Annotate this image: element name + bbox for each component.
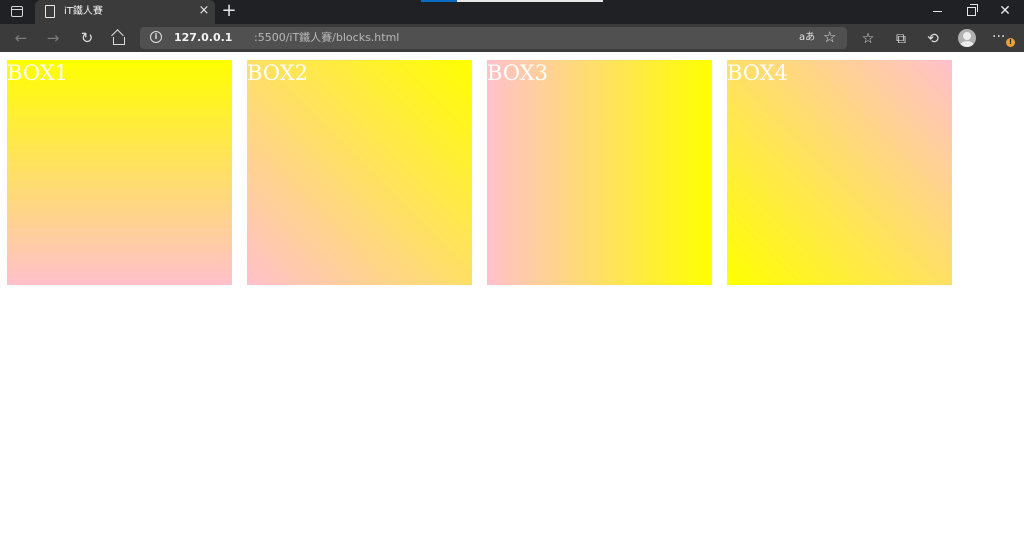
restore-button[interactable] [954,0,988,24]
url-host: 127.0.0.1 [174,31,233,44]
address-bar[interactable]: i 127.0.0.1 :5500/iT鐵人賽/blocks.html aあ ☆ [140,27,847,49]
close-tab-icon[interactable]: × [197,4,211,18]
box-3: BOX3 [487,60,712,285]
box-1: BOX1 [7,60,232,285]
tab-actions-icon[interactable] [11,6,23,17]
refresh-button[interactable]: ↻ [76,28,98,50]
tab-title: iT鐵人賽 [64,6,103,17]
box-4: BOX4 [727,60,952,285]
settings-menu-button[interactable]: ··· ! [992,28,1018,50]
more-icon: ··· [992,29,1006,45]
minimize-button[interactable] [920,0,954,24]
box-label: BOX4 [727,61,788,85]
home-button[interactable] [108,28,130,50]
close-window-button[interactable]: ✕ [988,0,1022,24]
tab-active[interactable]: iT鐵人賽 × [35,0,215,24]
tab-strip: iT鐵人賽 × + ✕ [0,0,1024,24]
restore-icon [966,4,978,16]
url-path: :5500/iT鐵人賽/blocks.html [254,31,400,44]
collections-icon[interactable]: ⧉ [890,28,912,50]
home-icon [113,37,125,45]
box-label: BOX2 [247,61,308,85]
site-info-icon[interactable]: i [150,31,162,43]
favorites-icon[interactable]: ☆ [857,28,879,50]
minimize-icon [932,11,942,12]
profile-avatar[interactable] [958,29,976,47]
box-2: BOX2 [247,60,472,285]
page-content: BOX1 BOX2 BOX3 BOX4 [0,52,1024,544]
browser-chrome: iT鐵人賽 × + ✕ ← → ↻ i 127.0.0.1 :5500/iT鐵人… [0,0,1024,52]
forward-button[interactable]: → [42,28,64,50]
box-label: BOX1 [7,61,68,85]
update-badge: ! [1006,38,1015,47]
back-button[interactable]: ← [10,28,32,50]
read-aloud-icon[interactable]: aあ [799,30,815,46]
add-favorite-icon[interactable]: ☆ [823,28,836,46]
page-icon [45,5,55,18]
history-icon[interactable]: ⟲ [922,28,944,50]
loading-indicator [421,0,603,2]
box-label: BOX3 [487,61,548,85]
new-tab-button[interactable]: + [220,2,238,20]
